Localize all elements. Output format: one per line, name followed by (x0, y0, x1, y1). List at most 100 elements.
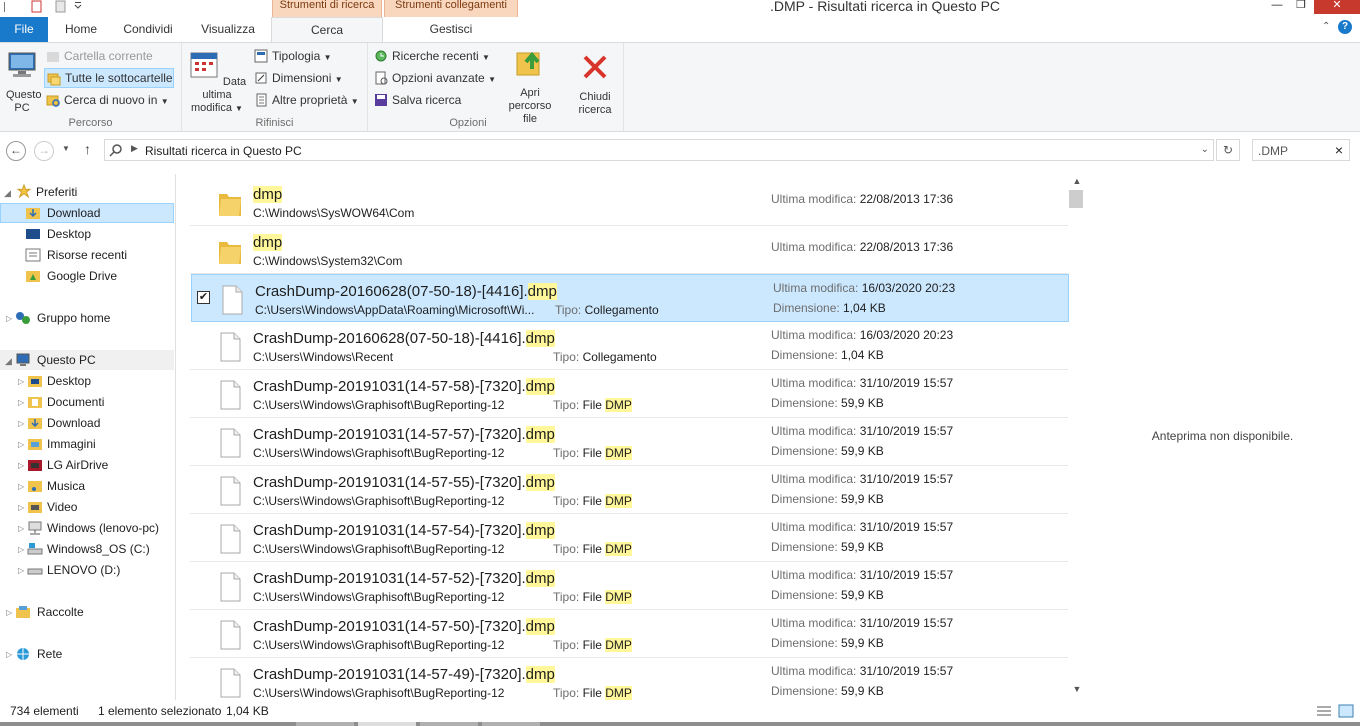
dimensioni-button[interactable]: Dimensioni ▼ (252, 68, 343, 88)
result-row[interactable]: CrashDump-20191031(14-57-58)-[7320].dmp … (190, 370, 1068, 418)
file-name[interactable]: CrashDump-20191031(14-57-49)-[7320].dmp (253, 666, 555, 683)
nav-documenti[interactable]: ▷ Documenti (0, 392, 104, 412)
file-name[interactable]: CrashDump-20191031(14-57-55)-[7320].dmp (253, 474, 555, 491)
back-button[interactable]: ← (6, 141, 26, 161)
expand-arrow-icon[interactable]: ▷ (18, 498, 24, 518)
expand-arrow-icon[interactable]: ▷ (18, 393, 24, 413)
collapse-arrow-icon[interactable]: ◢ (5, 351, 12, 371)
file-name[interactable]: CrashDump-20191031(14-57-54)-[7320].dmp (253, 522, 555, 539)
address-box[interactable]: ▶ Risultati ricerca in Questo PC ⌄ (104, 139, 1214, 161)
expand-arrow-icon[interactable]: ▷ (18, 435, 24, 455)
nav-windows-lenovo[interactable]: ▷ Windows (lenovo-pc) (0, 518, 159, 538)
apri-percorso-button[interactable]: Apri percorso file (506, 47, 554, 126)
up-button[interactable]: ↑ (84, 141, 91, 157)
file-name[interactable]: CrashDump-20160628(07-50-18)-[4416].dmp (255, 283, 557, 300)
salva-ricerca-button[interactable]: Salva ricerca (372, 90, 461, 110)
recent-locations-icon[interactable]: ▼ (62, 144, 70, 153)
collapse-ribbon-icon[interactable]: ⌃ (1322, 21, 1330, 32)
file-name[interactable]: CrashDump-20160628(07-50-18)-[4416].dmp (253, 330, 555, 347)
tab-home[interactable]: Home (56, 17, 106, 42)
nav-download[interactable]: Download (0, 203, 174, 223)
result-row[interactable]: CrashDump-20191031(14-57-49)-[7320].dmp … (190, 658, 1068, 700)
file-name[interactable]: dmp (253, 186, 283, 203)
address-dropdown-icon[interactable]: ⌄ (1201, 144, 1209, 155)
forward-button[interactable]: → (34, 141, 54, 161)
expand-arrow-icon[interactable]: ▷ (18, 477, 24, 497)
questo-pc-button[interactable]: Questo PC (2, 49, 42, 115)
tiles-view-icon[interactable] (1338, 704, 1354, 718)
tipologia-button[interactable]: Tipologia ▼ (252, 46, 332, 66)
tab-gestisci[interactable]: Gestisci (384, 17, 518, 42)
quick-access-toolbar[interactable] (4, 0, 84, 17)
scroll-up-icon[interactable]: ▲ (1069, 176, 1085, 186)
scroll-down-icon[interactable]: ▼ (1069, 684, 1085, 694)
expand-arrow-icon[interactable]: ◢ (4, 183, 11, 203)
expand-arrow-icon[interactable]: ▷ (18, 456, 24, 476)
expand-arrow-icon[interactable]: ▷ (6, 603, 12, 623)
refresh-button[interactable]: ↻ (1216, 139, 1240, 161)
clear-search-icon[interactable]: × (1335, 142, 1343, 158)
help-icon[interactable]: ? (1338, 20, 1352, 34)
expand-arrow-icon[interactable]: ▷ (18, 372, 24, 392)
tab-condividi[interactable]: Condividi (116, 17, 180, 42)
result-row[interactable]: dmp C:\Windows\System32\Com Tipo: Ultima… (190, 226, 1068, 274)
nav-google-drive[interactable]: Google Drive (0, 266, 117, 286)
row-checkbox[interactable]: ✔ (197, 291, 210, 304)
nav-desktop[interactable]: Desktop (0, 224, 91, 244)
taskbar-item[interactable] (420, 722, 478, 726)
opzioni-avanzate-button[interactable]: Opzioni avanzate ▼ (372, 68, 496, 88)
cerca-di-nuovo-button[interactable]: Cerca di nuovo in ▼ (44, 90, 169, 110)
cartella-corrente-button[interactable]: Cartella corrente (44, 46, 153, 66)
file-name[interactable]: dmp (253, 234, 283, 251)
data-ultima-modifica-button[interactable]: Data ultima modifica ▼ (186, 49, 248, 115)
expand-arrow-icon[interactable]: ▷ (18, 540, 24, 560)
nav-lenovo-d[interactable]: ▷ LENOVO (D:) (0, 560, 120, 580)
ricerche-recenti-button[interactable]: Ricerche recenti ▼ (372, 46, 490, 66)
result-row[interactable]: CrashDump-20191031(14-57-55)-[7320].dmp … (190, 466, 1068, 514)
expand-arrow-icon[interactable]: ▷ (18, 414, 24, 434)
file-name[interactable]: CrashDump-20191031(14-57-58)-[7320].dmp (253, 378, 555, 395)
nav-questo-pc[interactable]: ◢ Questo PC (0, 350, 174, 370)
file-name[interactable]: CrashDump-20191031(14-57-50)-[7320].dmp (253, 618, 555, 635)
nav-musica[interactable]: ▷ Musica (0, 476, 85, 496)
result-row[interactable]: CrashDump-20191031(14-57-52)-[7320].dmp … (190, 562, 1068, 610)
nav-preferiti[interactable]: ◢ Preferiti (4, 182, 77, 202)
tab-file[interactable]: File (0, 17, 48, 42)
tab-cerca[interactable]: Cerca (271, 17, 383, 42)
expand-arrow-icon[interactable]: ▷ (18, 561, 24, 581)
nav-lg-airdrive[interactable]: ▷ LG AirDrive (0, 455, 108, 475)
tab-visualizza[interactable]: Visualizza (194, 17, 262, 42)
result-row[interactable]: ✔ CrashDump-20160628(07-50-18)-[4416].dm… (191, 274, 1069, 322)
file-name[interactable]: CrashDump-20191031(14-57-52)-[7320].dmp (253, 570, 555, 587)
result-row[interactable]: dmp C:\Windows\SysWOW64\Com Tipo: Ultima… (190, 178, 1068, 226)
chiudi-ricerca-button[interactable]: Chiudi ricerca (574, 51, 616, 117)
expand-arrow-icon[interactable]: ▷ (18, 519, 24, 539)
scroll-thumb[interactable] (1069, 190, 1083, 208)
details-view-icon[interactable] (1316, 704, 1332, 718)
result-row[interactable]: CrashDump-20191031(14-57-54)-[7320].dmp … (190, 514, 1068, 562)
nav-immagini[interactable]: ▷ Immagini (0, 434, 96, 454)
nav-gruppo-home[interactable]: ▷ Gruppo home (0, 308, 110, 328)
search-input[interactable]: .DMP × (1252, 139, 1350, 161)
nav-risorse-recenti[interactable]: Risorse recenti (0, 245, 127, 265)
nav-video[interactable]: ▷ Video (0, 497, 77, 517)
result-row[interactable]: CrashDump-20160628(07-50-18)-[4416].dmp … (190, 322, 1068, 370)
vertical-scrollbar[interactable]: ▲ ▼ (1069, 174, 1085, 700)
taskbar-item[interactable] (296, 722, 354, 726)
result-row[interactable]: CrashDump-20191031(14-57-50)-[7320].dmp … (190, 610, 1068, 658)
chevron-right-icon[interactable]: ▶ (131, 143, 138, 154)
nav-windows8-os[interactable]: ▷ Windows8_OS (C:) (0, 539, 150, 559)
file-name[interactable]: CrashDump-20191031(14-57-57)-[7320].dmp (253, 426, 555, 443)
expand-arrow-icon[interactable]: ▷ (6, 309, 12, 329)
altre-proprieta-button[interactable]: Altre proprietà ▼ (252, 90, 359, 110)
close-window-button[interactable]: ✕ (1314, 0, 1360, 14)
taskbar-item[interactable] (358, 722, 416, 726)
nav-pc-desktop[interactable]: ▷ Desktop (0, 371, 91, 391)
nav-rete[interactable]: ▷ Rete (0, 644, 62, 664)
nav-raccolte[interactable]: ▷ Raccolte (0, 602, 84, 622)
tutte-sottocartelle-button[interactable]: Tutte le sottocartelle (44, 68, 174, 88)
maximize-button[interactable]: ❐ (1286, 0, 1316, 14)
taskbar-item[interactable] (482, 722, 540, 726)
expand-arrow-icon[interactable]: ▷ (6, 645, 12, 665)
nav-pc-download[interactable]: ▷ Download (0, 413, 100, 433)
